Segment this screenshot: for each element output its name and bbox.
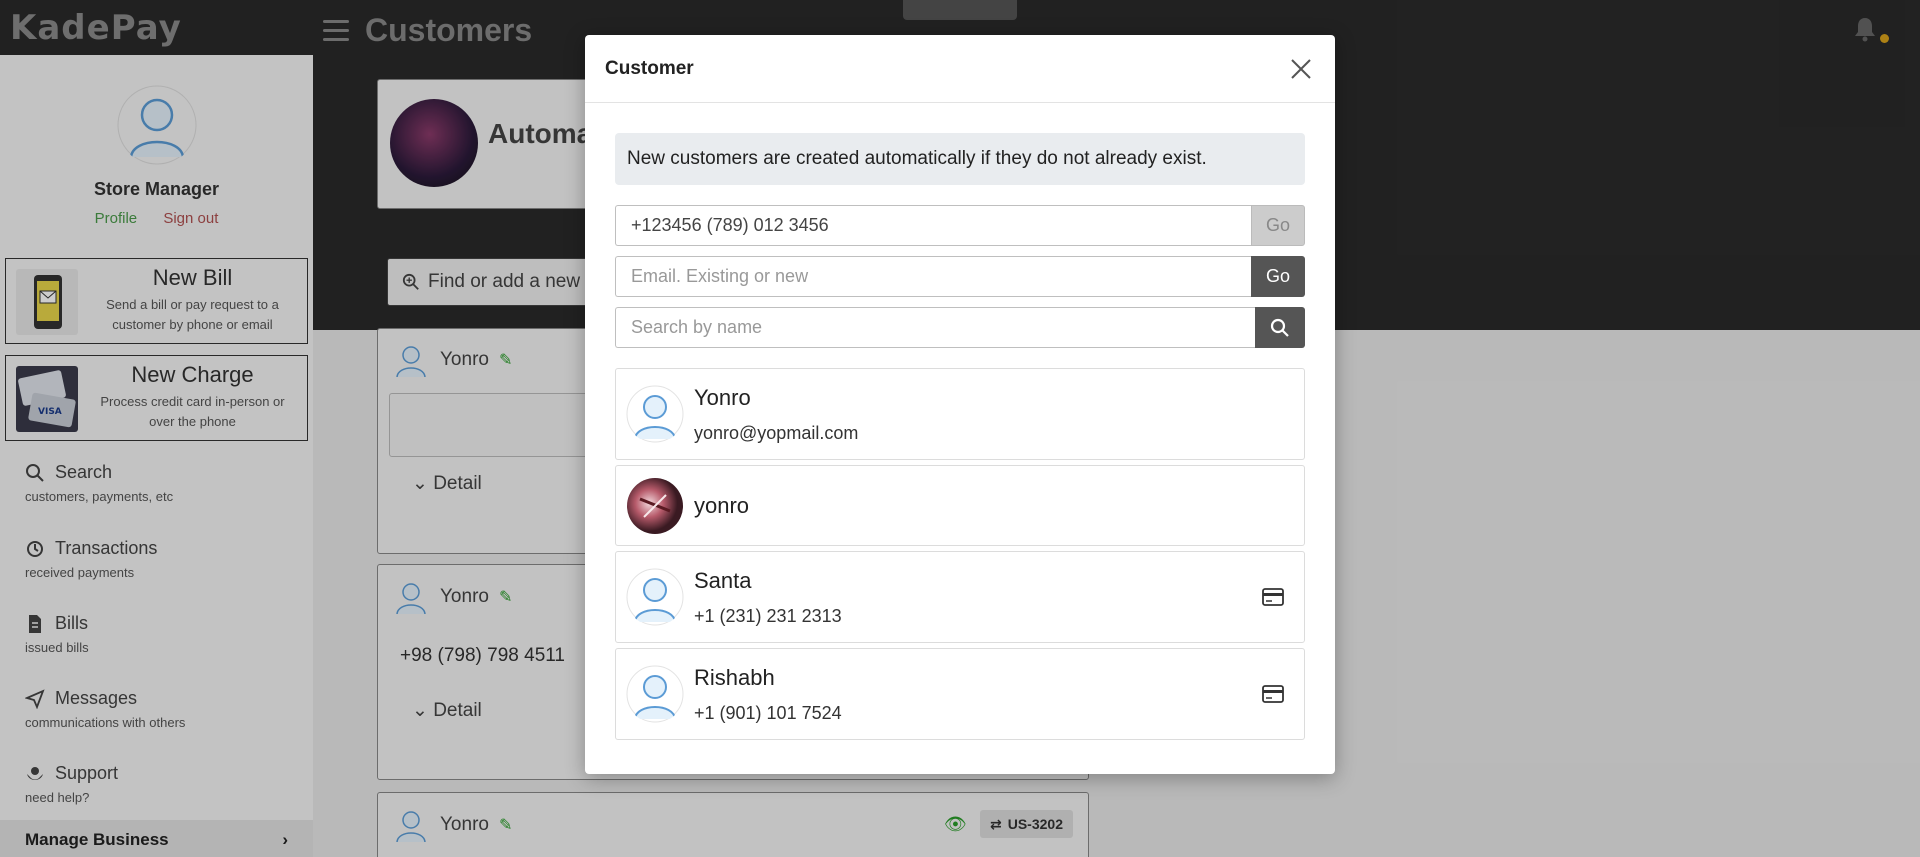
email-input[interactable] bbox=[615, 256, 1251, 297]
result-item[interactable]: yonro bbox=[615, 465, 1305, 546]
result-item[interactable]: Rishabh +1 (901) 101 7524 bbox=[615, 648, 1305, 740]
customer-modal: Customer New customers are created autom… bbox=[585, 35, 1335, 774]
result-name: Santa bbox=[694, 567, 752, 593]
avatar bbox=[626, 568, 684, 626]
modal-title: Customer bbox=[605, 57, 694, 79]
phone-input[interactable] bbox=[615, 205, 1251, 246]
name-search-button[interactable] bbox=[1255, 307, 1305, 348]
phone-go-button[interactable]: Go bbox=[1251, 205, 1305, 246]
result-phone: +1 (901) 101 7524 bbox=[694, 702, 842, 723]
result-name: Yonro bbox=[694, 384, 751, 410]
avatar-photo bbox=[627, 477, 683, 534]
email-input-group: Go bbox=[615, 256, 1305, 297]
name-search-group bbox=[615, 307, 1305, 348]
customer-results: Yonro yonro@yopmail.com yonro Santa +1 (… bbox=[615, 368, 1305, 740]
email-go-button[interactable]: Go bbox=[1251, 256, 1305, 297]
modal-body: New customers are created automatically … bbox=[585, 103, 1335, 740]
close-icon[interactable] bbox=[1287, 55, 1315, 83]
modal-header: Customer bbox=[585, 35, 1335, 103]
result-phone: +1 (231) 231 2313 bbox=[694, 605, 842, 626]
credit-card-icon bbox=[1262, 685, 1284, 703]
info-alert: New customers are created automatically … bbox=[615, 133, 1305, 185]
result-email: yonro@yopmail.com bbox=[694, 422, 859, 443]
result-name: Rishabh bbox=[694, 664, 775, 690]
avatar bbox=[626, 665, 684, 723]
phone-input-group: Go bbox=[615, 205, 1305, 246]
result-item[interactable]: Yonro yonro@yopmail.com bbox=[615, 368, 1305, 460]
credit-card-icon bbox=[1262, 588, 1284, 606]
result-item[interactable]: Santa +1 (231) 231 2313 bbox=[615, 551, 1305, 643]
avatar bbox=[626, 385, 684, 443]
search-icon bbox=[1270, 318, 1289, 337]
result-name: yonro bbox=[694, 492, 750, 518]
name-search-input[interactable] bbox=[615, 307, 1255, 348]
